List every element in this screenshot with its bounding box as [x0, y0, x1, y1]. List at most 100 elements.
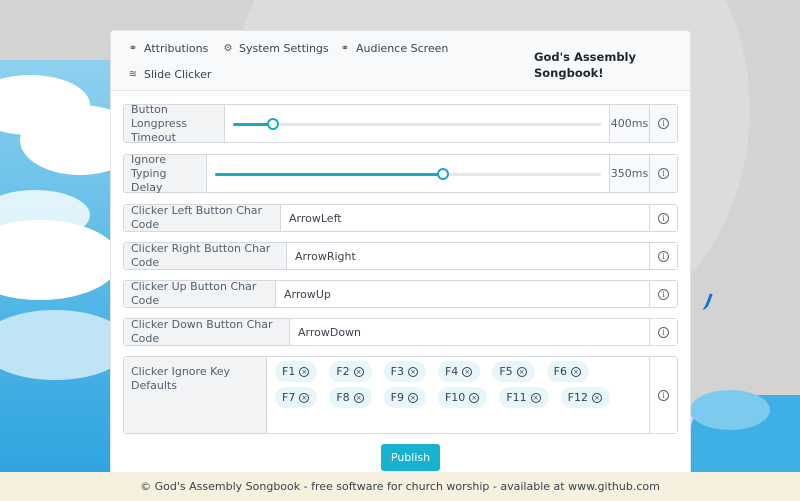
key-chip-f5: F5 × [492, 361, 535, 382]
clicker-right-row: Clicker Right Button Char Code ArrowRigh… [123, 242, 678, 270]
clicker-left-input[interactable]: ArrowLeft [281, 205, 649, 231]
longpress-label: Button Longpress Timeout [124, 102, 225, 144]
publish-button[interactable]: Publish [381, 444, 440, 471]
slider-track [233, 122, 601, 126]
key-chip-label: F6 [553, 365, 567, 378]
link-icon: ⚭ [340, 43, 350, 54]
remove-icon[interactable]: × [570, 366, 581, 377]
remove-icon[interactable]: × [407, 366, 418, 377]
remove-icon[interactable]: × [530, 392, 541, 403]
key-chip-f1: F1 × [275, 361, 318, 382]
longpress-label-line1: Button Longpress [131, 102, 188, 130]
clicker-down-input[interactable]: ArrowDown [290, 319, 649, 345]
longpress-info-button[interactable]: i [649, 105, 677, 142]
cloud [690, 390, 770, 430]
key-chip-label: F1 [282, 365, 296, 378]
key-chip-label: F7 [282, 391, 296, 404]
brand-title[interactable]: God's Assembly Songbook! [534, 49, 664, 81]
remove-icon[interactable]: × [299, 366, 310, 377]
brand-line1: God's Assembly [534, 50, 636, 64]
key-chip-label: F2 [336, 365, 350, 378]
key-chip-f4: F4 × [437, 361, 481, 382]
remove-icon[interactable]: × [462, 366, 473, 377]
nav-attributions-label: Attributions [144, 42, 209, 55]
remove-icon[interactable]: × [299, 392, 310, 403]
nav-slide-clicker[interactable]: ≋ Slide Clicker [128, 68, 212, 81]
remove-icon[interactable]: × [353, 366, 364, 377]
info-icon: i [658, 326, 669, 338]
brand-line2: Songbook! [534, 66, 604, 80]
clicker-up-label: Clicker Up Button Char Code [124, 280, 276, 307]
remove-icon[interactable]: × [407, 392, 418, 403]
nav-slide-clicker-label: Slide Clicker [144, 68, 212, 81]
nav-attributions[interactable]: ⚭ Attributions [128, 42, 209, 55]
clicker-left-info-button[interactable]: i [649, 205, 677, 231]
key-chip-f11: F11 × [499, 387, 549, 408]
remove-icon[interactable]: × [591, 392, 602, 403]
swoosh-icon [697, 290, 713, 312]
top-navbar: ⚭ Attributions ⚙ System Settings ⚭ Audie… [111, 31, 690, 91]
nav-system-settings-label: System Settings [239, 42, 329, 55]
nav-system-settings[interactable]: ⚙ System Settings [223, 42, 329, 55]
ignore-keys-info-button[interactable]: i [649, 357, 677, 433]
key-chip-label: F8 [336, 391, 350, 404]
typing-delay-slider[interactable] [215, 167, 601, 180]
settings-card: ⚭ Attributions ⚙ System Settings ⚭ Audie… [110, 30, 691, 475]
key-chip-label: F11 [506, 391, 527, 404]
key-chip-f3: F3 × [383, 361, 426, 382]
footer: © God's Assembly Songbook - free softwar… [0, 472, 800, 501]
ignore-keys-input[interactable]: F1 × F2 × F3 × F4 × F5 × F6 × F7 × F8 × F9 × F10 × F11 × F12 × [267, 357, 649, 433]
info-icon: i [658, 212, 669, 224]
slider-thumb[interactable] [267, 117, 280, 130]
clicker-right-input[interactable]: ArrowRight [287, 243, 649, 269]
key-chip-f2: F2 × [329, 361, 372, 382]
key-chip-label: F5 [499, 365, 513, 378]
info-icon: i [658, 168, 669, 179]
typing-info-button[interactable]: i [649, 155, 677, 192]
typing-delay-label: Ignore Typing Delay [124, 152, 207, 194]
slider-thumb[interactable] [436, 167, 449, 180]
key-chip-f8: F8 × [329, 387, 372, 408]
longpress-label-line2: Timeout [131, 130, 176, 144]
nav-audience-screen[interactable]: ⚭ Audience Screen [340, 42, 449, 55]
typing-label-line1: Ignore Typing [131, 152, 167, 180]
key-chip-label: F12 [567, 391, 588, 404]
info-icon: i [658, 250, 669, 262]
clicker-left-row: Clicker Left Button Char Code ArrowLeft … [123, 204, 678, 232]
key-chip-f6: F6 × [546, 361, 589, 382]
key-chip-label: F3 [390, 365, 404, 378]
clicker-right-info-button[interactable]: i [649, 243, 677, 269]
info-icon: i [658, 118, 669, 129]
clicker-down-label: Clicker Down Button Char Code [124, 318, 290, 345]
key-chip-f12: F12 × [560, 387, 610, 408]
key-chip-label: F9 [390, 391, 404, 404]
clicker-up-info-button[interactable]: i [649, 281, 677, 307]
longpress-row: Button Longpress Timeout 400ms i [123, 102, 678, 144]
wifi-icon: ≋ [128, 69, 138, 80]
ignore-keys-row: Clicker Ignore Key Defaults F1 × F2 × F3 × F4 ×… [123, 356, 678, 434]
ignore-keys-label: Clicker Ignore Key Defaults [124, 357, 267, 433]
typing-delay-row: Ignore Typing Delay 350ms i [123, 152, 678, 194]
key-chip-label: F10 [444, 391, 466, 404]
key-chip-f10: F10 × [437, 387, 488, 408]
longpress-slider[interactable] [233, 117, 601, 130]
info-icon: i [658, 288, 669, 300]
longpress-slider-container [225, 105, 609, 142]
link-icon: ⚭ [128, 43, 138, 54]
clicker-up-input[interactable]: ArrowUp [276, 281, 649, 307]
key-chip-f9: F9 × [383, 387, 426, 408]
clicker-down-row: Clicker Down Button Char Code ArrowDown … [123, 318, 678, 346]
clicker-down-info-button[interactable]: i [649, 319, 677, 345]
clicker-up-row: Clicker Up Button Char Code ArrowUp i [123, 280, 678, 308]
slider-fill [215, 172, 443, 176]
clicker-left-label: Clicker Left Button Char Code [124, 204, 281, 231]
info-icon: i [658, 389, 669, 401]
ignore-keys-chips: F1 × F2 × F3 × F4 × F5 × F6 × F7 × F8 × F9 × F10 × F11 × F12 × [267, 357, 649, 412]
gear-icon: ⚙ [223, 43, 233, 54]
nav-audience-screen-label: Audience Screen [356, 42, 449, 55]
remove-icon[interactable]: × [516, 366, 527, 377]
key-chip-label: F4 [444, 365, 459, 378]
remove-icon[interactable]: × [469, 392, 480, 403]
remove-icon[interactable]: × [353, 392, 364, 403]
typing-slider-container [207, 155, 609, 192]
